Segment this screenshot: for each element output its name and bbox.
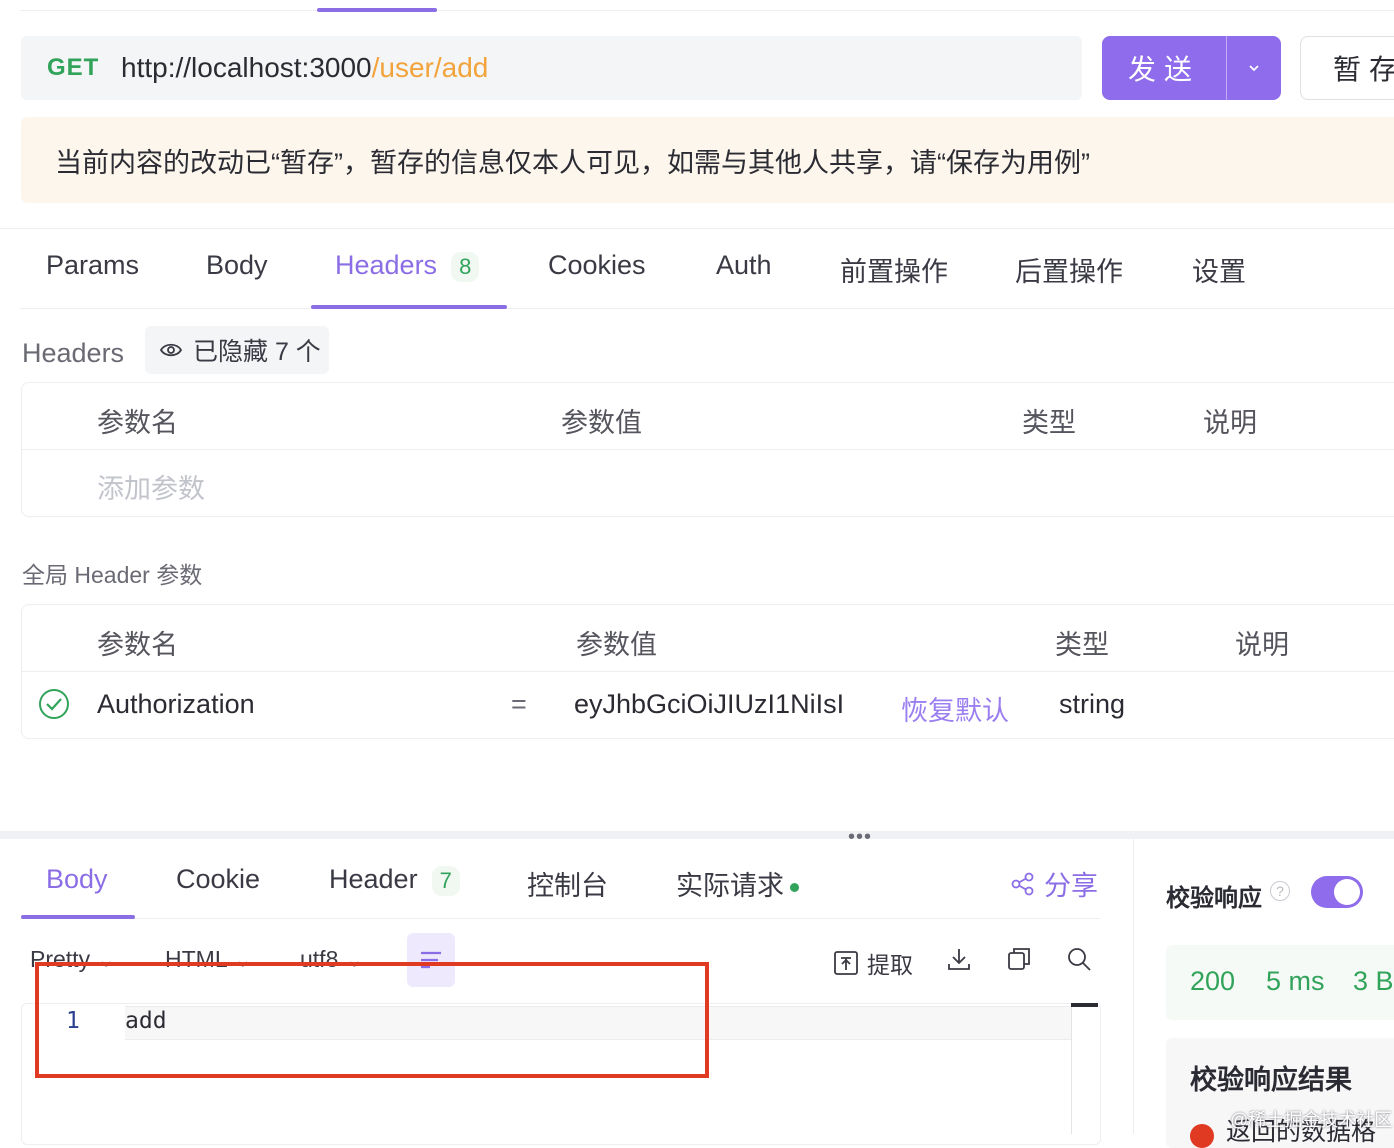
response-tab-header[interactable]: Header 7 — [329, 864, 460, 896]
tab-label: Auth — [716, 250, 772, 280]
verify-response-label: 校验响应 — [1166, 885, 1262, 912]
tab-post-operations[interactable]: 后置操作 — [1015, 250, 1123, 289]
hidden-headers-label: 已隐藏 7 个 — [193, 338, 321, 366]
splitter-handle-icon[interactable]: ••• — [848, 826, 872, 849]
restore-default-link[interactable]: 恢复默认 — [901, 689, 1009, 728]
send-dropdown-icon[interactable] — [1227, 36, 1281, 100]
response-tab-divider — [20, 918, 1100, 919]
global-header-title: 全局 Header 参数 — [22, 562, 203, 588]
divider — [0, 228, 1394, 229]
scrollbar-thumb[interactable] — [1071, 1003, 1098, 1007]
share-label: 分享 — [1044, 871, 1098, 901]
method-label[interactable]: GET — [47, 54, 121, 82]
error-icon — [1190, 1124, 1214, 1148]
tab-cookies[interactable]: Cookies — [548, 250, 646, 281]
copy-icon[interactable] — [1006, 946, 1032, 977]
tab-auth[interactable]: Auth — [716, 250, 772, 281]
column-header-value: 参数值 — [561, 408, 642, 438]
tab-label: 前置操作 — [840, 257, 948, 287]
tab-body[interactable]: Body — [206, 250, 268, 281]
response-tab-actual-request[interactable]: 实际请求 — [676, 864, 799, 903]
column-header-name: 参数名 — [97, 630, 178, 660]
column-header-type: 类型 — [1055, 630, 1109, 660]
headers-count-badge: 8 — [451, 252, 480, 282]
tab-label: Headers — [335, 250, 438, 280]
extract-label: 提取 — [867, 952, 913, 978]
share-button[interactable]: 分享 — [1010, 864, 1098, 903]
active-tab-indicator — [311, 305, 507, 309]
url-bar[interactable]: GET http://localhost:3000/user/add — [21, 36, 1082, 100]
download-icon[interactable] — [946, 946, 972, 977]
extract-button[interactable]: 提取 — [833, 946, 913, 980]
global-param-value: eyJhbGciOiJIUzI1NiIsI — [574, 689, 845, 719]
url-base: http://localhost:3000 — [121, 52, 372, 83]
column-header-value: 参数值 — [576, 630, 657, 660]
active-response-tab-indicator — [21, 915, 135, 919]
top-divider — [20, 10, 1394, 11]
table-divider — [22, 671, 1394, 672]
tab-headers[interactable]: Headers 8 — [335, 250, 480, 282]
tab-label: Body — [46, 864, 108, 894]
response-time: 5 ms — [1266, 966, 1325, 996]
eye-icon — [159, 343, 183, 357]
add-param-input[interactable]: 添加参数 — [97, 467, 205, 506]
tab-label: 后置操作 — [1015, 257, 1123, 287]
tab-label: Header — [329, 864, 418, 894]
column-header-description: 说明 — [1235, 630, 1289, 660]
tab-label: 控制台 — [527, 871, 608, 901]
status-dot — [790, 883, 799, 893]
toggle-knob — [1334, 879, 1360, 905]
highlight-annotation-box — [35, 962, 709, 1078]
search-icon[interactable] — [1066, 946, 1092, 977]
tab-label: Cookies — [548, 250, 646, 280]
send-button-label[interactable]: 发送 — [1102, 36, 1227, 100]
editor-scrollbar[interactable] — [1071, 1005, 1099, 1134]
status-code: 200 — [1190, 966, 1236, 996]
draft-notice: 当前内容的改动已“暂存”，暂存的信息仅本人可见，如需与其他人共享，请“保存为用例… — [21, 117, 1394, 203]
table-divider — [22, 449, 1394, 450]
save-draft-button[interactable]: 暂存 — [1300, 36, 1394, 100]
verify-result-title: 校验响应结果 — [1190, 1065, 1352, 1095]
response-header-count-badge: 7 — [431, 866, 460, 896]
global-param-name: Authorization — [97, 689, 255, 719]
response-size: 3 B — [1353, 966, 1394, 996]
help-icon[interactable]: ? — [1270, 881, 1290, 901]
column-header-type: 类型 — [1022, 408, 1076, 438]
extract-icon — [834, 951, 858, 975]
share-icon — [1011, 872, 1034, 895]
tab-settings[interactable]: 设置 — [1192, 250, 1246, 289]
response-tab-console[interactable]: 控制台 — [527, 864, 608, 903]
global-param-type: string — [1059, 689, 1126, 719]
column-header-description: 说明 — [1203, 408, 1257, 438]
top-tab-indicator — [317, 8, 437, 12]
watermark: @稀土掘金技术社区 — [1230, 1110, 1393, 1130]
tab-label: Body — [206, 250, 268, 280]
tab-label: 设置 — [1192, 257, 1246, 287]
panel-splitter[interactable] — [0, 831, 1394, 839]
url-path: /user/add — [371, 52, 489, 83]
tab-params[interactable]: Params — [46, 250, 139, 281]
panel-vertical-divider — [1133, 839, 1134, 1134]
tab-label: Params — [46, 250, 140, 280]
tab-label: 实际请求 — [676, 871, 784, 901]
tab-bar-divider — [20, 308, 1394, 309]
tab-label: Cookie — [176, 864, 261, 894]
hidden-headers-toggle[interactable]: 已隐藏 7 个 — [145, 326, 329, 374]
column-header-name: 参数名 — [97, 408, 178, 438]
equals-sign: = — [511, 689, 527, 719]
tab-pre-operations[interactable]: 前置操作 — [840, 250, 948, 289]
enabled-check-icon[interactable] — [38, 688, 70, 725]
response-tab-cookie[interactable]: Cookie — [176, 864, 260, 895]
send-button[interactable]: 发送 — [1102, 36, 1281, 100]
headers-section-title: Headers — [22, 338, 125, 368]
response-tab-body[interactable]: Body — [46, 864, 108, 895]
